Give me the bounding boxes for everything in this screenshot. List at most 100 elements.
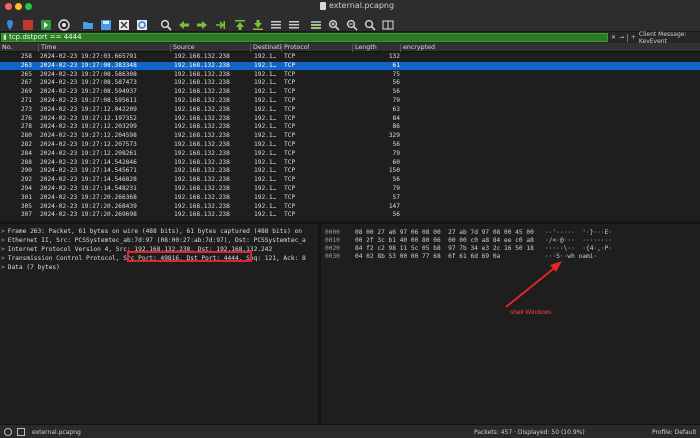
restart-capture-icon[interactable] <box>40 16 52 30</box>
packet-cell-len: 329 <box>388 132 400 140</box>
packet-cell-len: 79 <box>392 97 400 104</box>
packet-row[interactable]: 292 2024-02-23 19:27:14.546828 192.168.132… <box>0 176 700 184</box>
detail-row-ethernet[interactable]: > Ethernet II, Src: PCSSystemtec_ab:7d:97… <box>1 236 306 245</box>
packet-cell-no: 267 <box>20 79 32 87</box>
column-header-time[interactable]: Time <box>38 44 56 52</box>
packet-cell-len: 150 <box>388 167 400 175</box>
capture-options-icon[interactable] <box>58 16 70 31</box>
packet-cell-src: 192.168.132.238 <box>174 88 230 96</box>
packet-row[interactable]: 269 2024-02-23 19:27:08.594937 192.168.132… <box>0 88 700 96</box>
apply-filter-icon[interactable]: → <box>619 34 624 41</box>
packet-cell-dst: 192.1… <box>254 88 277 96</box>
colorize-packets-icon[interactable] <box>310 16 322 29</box>
expand-arrow-icon[interactable]: > <box>1 237 5 244</box>
packet-row[interactable]: 263 2024-02-23 19:27:08.383348 192.168.132… <box>0 61 700 70</box>
open-file-icon[interactable] <box>82 16 94 29</box>
expand-arrow-icon[interactable]: > <box>1 228 5 235</box>
packet-cell-dst: 192.1… <box>254 79 277 87</box>
packet-cell-src: 192.168.132.238 <box>174 193 230 201</box>
packet-row[interactable]: 284 2024-02-23 19:27:12.208261 192.168.132… <box>0 150 700 158</box>
packet-cell-src: 192.168.132.238 <box>174 176 230 184</box>
packet-row[interactable]: 280 2024-02-23 19:27:12.204598 192.168.132… <box>0 132 700 140</box>
packet-cell-no: 278 <box>20 123 32 131</box>
close-window-button[interactable] <box>5 3 12 10</box>
column-header-destination[interactable]: Destinati <box>250 44 281 52</box>
packet-cell-src: 192.168.132.238 <box>174 79 230 87</box>
packet-row[interactable]: 290 2024-02-23 19:27:14.545671 192.168.132… <box>0 167 700 175</box>
packet-cell-dst: 192.1… <box>254 70 277 78</box>
status-profile[interactable]: Profile: Default <box>652 429 697 436</box>
packet-row[interactable]: 258 2024-02-23 19:27:03.665791 192.168.132… <box>0 53 700 61</box>
reload-file-icon[interactable] <box>136 16 148 30</box>
detail-row-data[interactable]: > Data (7 bytes) <box>1 263 60 272</box>
packet-row[interactable]: 305 2024-02-23 19:27:20.268439 192.168.132… <box>0 203 700 211</box>
stop-capture-icon[interactable] <box>22 16 34 30</box>
colorize-icon[interactable] <box>288 16 300 29</box>
go-to-packet-icon[interactable] <box>214 16 226 29</box>
packet-cell-no: 292 <box>20 176 32 184</box>
packet-cell-dst: 192.1… <box>254 202 277 210</box>
go-forward-icon[interactable] <box>196 16 208 29</box>
packet-row[interactable]: 267 2024-02-23 19:27:08.587473 192.168.132… <box>0 79 700 87</box>
auto-scroll-icon[interactable] <box>270 16 282 29</box>
close-file-icon[interactable] <box>118 16 130 30</box>
packet-row[interactable]: 282 2024-02-23 19:27:12.207573 192.168.132… <box>0 141 700 149</box>
expert-info-icon[interactable] <box>4 428 12 436</box>
hex-row[interactable]: 0020 84 f2 c2 98 11 5c 05 b8 97 7b 34 e3 … <box>325 245 612 253</box>
packet-cell-proto: TCP <box>284 193 296 201</box>
packet-row[interactable]: 276 2024-02-23 19:27:12.197352 192.168.132… <box>0 115 700 123</box>
column-header-no[interactable]: No. <box>0 44 12 52</box>
column-header-protocol[interactable]: Protocol <box>281 44 309 52</box>
comment-icon[interactable] <box>17 428 25 436</box>
packet-cell-time: 2024-02-23 19:27:12.204598 <box>40 132 137 140</box>
packet-row[interactable]: 278 2024-02-23 19:27:12.203299 192.168.132… <box>0 123 700 131</box>
packet-cell-time: 2024-02-23 19:27:20.268439 <box>40 202 137 210</box>
resize-columns-icon[interactable] <box>382 16 394 30</box>
column-header-length[interactable]: Length <box>352 44 377 52</box>
zoom-window-button[interactable] <box>25 3 32 10</box>
expand-arrow-icon[interactable]: > <box>1 246 5 253</box>
column-header-encrypted[interactable]: encrypted <box>400 44 435 52</box>
separator <box>627 33 628 42</box>
packet-row[interactable]: 273 2024-02-23 19:27:12.042209 192.168.132… <box>0 106 700 114</box>
clear-filter-icon[interactable]: ✕ <box>611 34 616 41</box>
zoom-normal-icon[interactable] <box>364 16 376 31</box>
go-back-icon[interactable] <box>178 16 190 29</box>
find-packet-icon[interactable] <box>160 16 172 31</box>
expand-arrow-icon[interactable]: > <box>1 255 5 262</box>
bookmark-icon[interactable]: ▮ <box>3 33 7 41</box>
packet-cell-no: 265 <box>20 70 32 78</box>
packet-cell-no: 305 <box>20 202 32 210</box>
packet-row[interactable]: 265 2024-02-23 19:27:08.586308 192.168.132… <box>0 71 700 79</box>
start-capture-icon[interactable] <box>4 16 16 30</box>
column-header-source[interactable]: Source <box>170 44 195 52</box>
display-filter-input[interactable]: ▮ tcp.dstport == 4444 <box>1 33 608 42</box>
minimize-window-button[interactable] <box>15 3 22 10</box>
packet-cell-dst: 192.1… <box>254 158 277 166</box>
last-packet-icon[interactable] <box>252 16 264 30</box>
save-file-icon[interactable] <box>100 16 112 30</box>
packet-row[interactable]: 307 2024-02-23 19:27:20.269698 192.168.132… <box>0 211 700 219</box>
packet-row[interactable]: 294 2024-02-23 19:27:14.548231 192.168.132… <box>0 185 700 193</box>
zoom-in-icon[interactable] <box>328 16 340 31</box>
packet-row[interactable]: 288 2024-02-23 19:27:14.542846 192.168.132… <box>0 159 700 167</box>
packet-cell-len: 56 <box>392 176 400 184</box>
hex-row[interactable]: 0030 04 02 8b 53 00 00 77 68 6f 61 6d 69 … <box>325 253 597 261</box>
first-packet-icon[interactable] <box>234 16 246 30</box>
packet-cell-src: 192.168.132.238 <box>174 167 230 175</box>
hex-row[interactable]: 0000 08 00 27 a6 97 06 08 00 27 ab 7d 97 … <box>325 229 612 237</box>
packet-cell-time: 2024-02-23 19:27:08.587473 <box>40 79 137 87</box>
zoom-out-icon[interactable] <box>346 16 358 31</box>
hex-row[interactable]: 0010 00 2f 3c b1 40 00 80 06 00 00 c0 a8 … <box>325 237 612 245</box>
packet-cell-len: 147 <box>388 202 400 210</box>
packet-cell-proto: TCP <box>284 88 296 96</box>
packet-cell-proto: TCP <box>284 185 296 192</box>
packet-cell-time: 2024-02-23 19:27:08.595611 <box>40 97 137 104</box>
packet-cell-dst: 192.1… <box>254 123 277 131</box>
title-bar: external.pcapng <box>0 0 700 13</box>
packet-row[interactable]: 301 2024-02-23 19:27:20.266368 192.168.132… <box>0 194 700 202</box>
expand-arrow-icon[interactable]: > <box>1 264 5 271</box>
packet-row[interactable]: 271 2024-02-23 19:27:08.595611 192.168.132… <box>0 97 700 105</box>
detail-row-frame[interactable]: > Frame 263: Packet, 61 bytes on wire (48… <box>1 227 302 236</box>
add-filter-button[interactable]: + <box>631 34 636 41</box>
